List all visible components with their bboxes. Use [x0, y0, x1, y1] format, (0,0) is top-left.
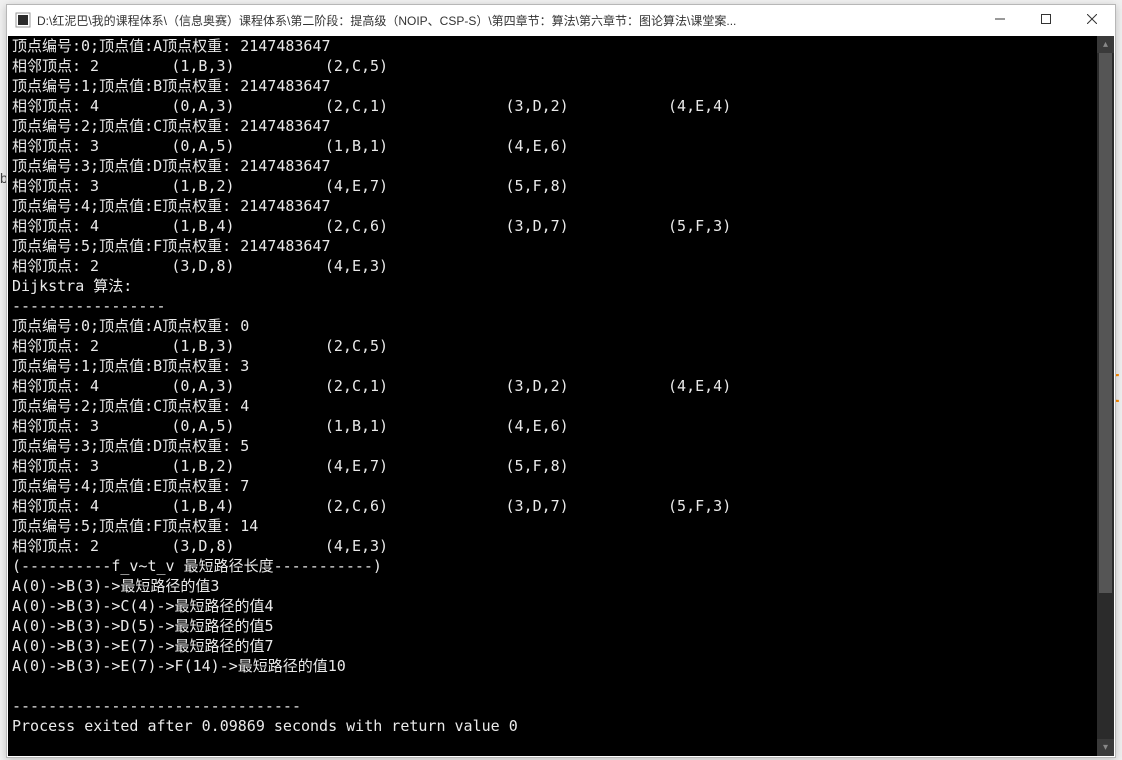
chevron-up-icon: ▴	[1103, 39, 1108, 50]
window-controls	[977, 5, 1115, 35]
chevron-down-icon: ▾	[1103, 742, 1108, 753]
close-button[interactable]	[1069, 5, 1115, 35]
app-icon	[15, 12, 31, 28]
console-output-area[interactable]: 顶点编号:0;顶点值:A顶点权重: 2147483647 相邻顶点: 2 (1,…	[8, 36, 1114, 756]
window-title: D:\红泥巴\我的课程体系\（信息奥赛）课程体系\第二阶段：提高级（NOIP、C…	[37, 12, 736, 29]
scroll-up-button[interactable]: ▴	[1097, 36, 1114, 53]
minimize-icon	[995, 13, 1005, 27]
scroll-down-button[interactable]: ▾	[1097, 739, 1114, 756]
vertical-scrollbar[interactable]: ▴ ▾	[1097, 36, 1114, 756]
close-icon	[1087, 13, 1097, 27]
minimize-button[interactable]	[977, 5, 1023, 35]
maximize-button[interactable]	[1023, 5, 1069, 35]
title-bar[interactable]: D:\红泥巴\我的课程体系\（信息奥赛）课程体系\第二阶段：提高级（NOIP、C…	[7, 5, 1115, 35]
console-text: 顶点编号:0;顶点值:A顶点权重: 2147483647 相邻顶点: 2 (1,…	[8, 36, 1114, 736]
scroll-thumb[interactable]	[1099, 53, 1112, 593]
scroll-track[interactable]	[1097, 53, 1114, 739]
maximize-icon	[1041, 13, 1051, 27]
console-window: D:\红泥巴\我的课程体系\（信息奥赛）课程体系\第二阶段：提高级（NOIP、C…	[6, 4, 1116, 758]
